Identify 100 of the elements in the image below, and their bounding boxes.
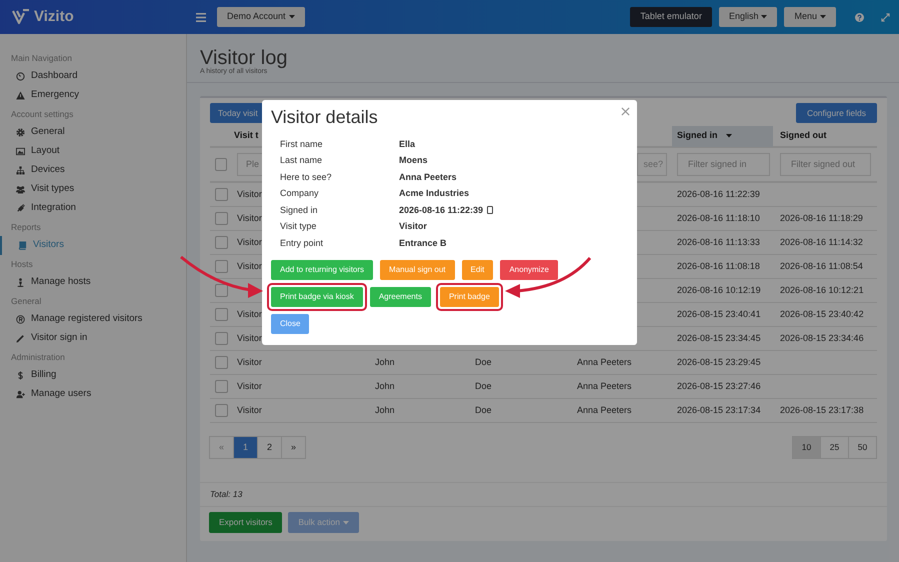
sidebar-item[interactable]: Layout xyxy=(0,142,186,161)
page-size-button[interactable]: 25 xyxy=(820,436,849,459)
table-cell-text: Visitor xyxy=(237,356,262,369)
checkbox[interactable] xyxy=(215,380,228,393)
caret-icon xyxy=(726,134,732,138)
page-link[interactable]: » xyxy=(281,436,306,459)
page-link[interactable]: 2 xyxy=(257,436,282,459)
sidebar-item[interactable]: Visitors xyxy=(0,236,186,255)
checkbox[interactable] xyxy=(215,332,228,345)
table-cell-text: 2026-08-15 23:40:42 xyxy=(780,308,864,321)
expand-icon[interactable] xyxy=(881,12,890,22)
configure-fields-button[interactable]: Configure fields xyxy=(796,103,877,123)
table-cell-text: 2026-08-15 23:27:46 xyxy=(677,380,761,393)
table-cell-text: 2026-08-16 11:13:33 xyxy=(677,236,760,249)
account-dropdown[interactable]: Demo Account xyxy=(217,7,305,27)
table-cell-text: John xyxy=(375,380,395,393)
table-cell-text: 2026-08-16 10:12:19 xyxy=(677,284,761,297)
checkbox[interactable] xyxy=(215,188,228,201)
user-plus-icon xyxy=(16,390,25,399)
table-cell-text: 2026-08-16 11:18:29 xyxy=(780,212,863,225)
table-cell-text: Visitor xyxy=(237,380,262,393)
field-label: Last name xyxy=(280,154,324,167)
table-cell-text: Visitor xyxy=(237,332,262,345)
checkbox[interactable] xyxy=(215,236,228,249)
table-cell-text: John xyxy=(375,404,395,417)
close-icon[interactable] xyxy=(621,107,630,116)
table-cell-text: Doe xyxy=(475,404,492,417)
logo-icon xyxy=(12,9,30,25)
action-button[interactable]: Add to returning visitors xyxy=(271,260,374,280)
table-cell-text: Anna Peeters xyxy=(577,404,632,417)
menu-icon[interactable] xyxy=(196,12,206,22)
table-cell-text: Anna Peeters xyxy=(577,380,632,393)
section-heading: Main Navigation xyxy=(10,52,73,66)
table-cell-text: 2026-08-15 23:34:45 xyxy=(677,332,761,345)
checkbox[interactable] xyxy=(215,212,228,225)
plug-icon xyxy=(16,204,25,213)
field-value: Moens xyxy=(399,154,428,167)
table-cell-text: 2026-08-15 23:17:38 xyxy=(780,404,864,417)
sidebar-item[interactable]: Billing xyxy=(0,366,186,385)
sidebar-item[interactable]: Visitor sign in xyxy=(0,329,186,348)
help-icon[interactable] xyxy=(855,12,864,22)
checkbox[interactable] xyxy=(215,260,228,273)
section-heading: General xyxy=(10,295,42,308)
sidebar-item[interactable]: Emergency xyxy=(0,86,186,105)
total-count: Total: 13 xyxy=(210,488,242,501)
dropdown-button[interactable]: Menu xyxy=(784,7,836,27)
sidebar-item[interactable]: Devices xyxy=(0,161,186,180)
tablet-emulator-button[interactable]: Tablet emulator xyxy=(630,7,712,27)
action-button[interactable]: Agreements xyxy=(370,286,431,306)
export-button[interactable]: Export visitors xyxy=(209,512,282,533)
checkbox[interactable] xyxy=(215,356,228,369)
sidebar-item[interactable]: Visit types xyxy=(0,180,186,199)
checkbox[interactable] xyxy=(215,158,227,171)
caret-icon xyxy=(288,15,295,19)
page-title: Visitor log xyxy=(200,47,288,69)
column-header[interactable]: Signed out xyxy=(775,126,836,146)
field-label: Entry point xyxy=(280,236,324,250)
field-value: 2026-08-16 11:22:39 xyxy=(399,204,484,216)
field-label: First name xyxy=(280,138,324,150)
action-button[interactable]: Anonymize xyxy=(500,260,558,280)
checkbox[interactable] xyxy=(215,308,228,321)
image-icon xyxy=(16,147,25,156)
users-icon xyxy=(16,185,25,194)
table-cell-text: Visitor xyxy=(237,404,262,417)
field-value: Entrance B xyxy=(399,236,447,250)
dollar-icon xyxy=(16,371,25,380)
section-heading: Administration xyxy=(10,351,66,364)
table-cell-text: 2026-08-15 23:17:34 xyxy=(677,404,761,417)
page-size-button[interactable]: 10 xyxy=(792,436,821,459)
column-header[interactable]: Signed in xyxy=(672,126,773,146)
field-label: Signed in xyxy=(280,204,319,217)
dropdown-button[interactable]: English xyxy=(718,7,778,27)
field-label: Here to see? xyxy=(280,170,333,184)
book-icon xyxy=(18,241,27,250)
table-cell-text: 2026-08-15 23:29:45 xyxy=(677,356,761,369)
sidebar-item[interactable]: Manage registered visitors xyxy=(0,310,186,329)
field-value: Visitor xyxy=(399,220,427,233)
section-heading: Account settings xyxy=(10,108,74,122)
gear-icon xyxy=(16,128,25,137)
checkbox[interactable] xyxy=(215,284,228,297)
brand-name: Vizito xyxy=(34,6,74,27)
checkbox[interactable] xyxy=(215,404,228,417)
page-size-button[interactable]: 50 xyxy=(848,436,877,459)
gauge-icon xyxy=(16,72,25,81)
sidebar-item[interactable]: Dashboard xyxy=(0,67,186,86)
table-cell-text: 2026-08-16 11:08:54 xyxy=(780,260,863,273)
table-cell-text: 2026-08-15 23:40:41 xyxy=(677,308,761,321)
action-button[interactable]: Close xyxy=(271,314,310,334)
page-link[interactable]: 1 xyxy=(233,436,258,459)
hierarchy-icon xyxy=(16,166,25,175)
table-cell-text: Doe xyxy=(475,356,492,369)
sidebar-item[interactable]: Integration xyxy=(0,199,186,218)
sidebar-item[interactable]: Manage hosts xyxy=(0,273,186,292)
field-value: Acme Industries xyxy=(399,187,470,200)
field-value: Anna Peeters xyxy=(399,170,457,184)
table-cell-text: Visitor xyxy=(237,236,262,249)
caret-icon xyxy=(342,520,349,524)
sidebar-item[interactable]: Manage users xyxy=(0,385,186,404)
sidebar-item[interactable]: General xyxy=(0,123,186,142)
action-button[interactable]: Print badge via kiosk xyxy=(271,286,363,306)
